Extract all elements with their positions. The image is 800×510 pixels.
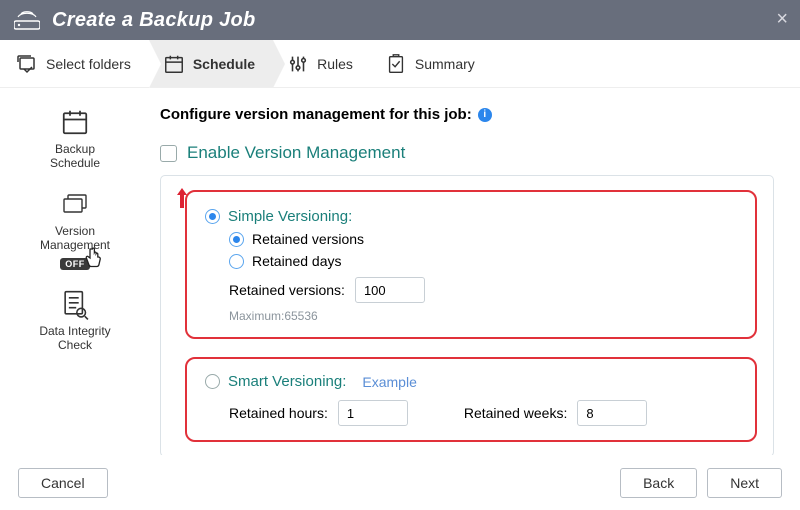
content-heading: Configure version management for this jo… [160, 106, 472, 123]
enable-version-checkbox[interactable] [160, 145, 177, 162]
enable-version-label: Enable Version Management [187, 143, 405, 163]
simple-versioning-title: Simple Versioning: [228, 208, 352, 225]
info-icon[interactable]: i [478, 108, 492, 122]
step-summary[interactable]: Summary [371, 40, 493, 87]
close-icon[interactable]: × [776, 8, 788, 31]
off-badge: OFF [60, 258, 90, 270]
step-label: Rules [317, 56, 353, 72]
clipboard-search-icon [60, 288, 90, 320]
cancel-button[interactable]: Cancel [18, 468, 108, 498]
step-label: Select folders [46, 56, 131, 72]
radio-retained-days[interactable] [229, 254, 244, 269]
calendar-clock-icon [60, 106, 90, 138]
max-note: Maximum:65536 [229, 309, 737, 323]
annotation-arrow-up-icon [175, 186, 189, 215]
step-select-folders[interactable]: Select folders [0, 40, 149, 87]
version-options-panel: Simple Versioning: Retained versions Ret… [160, 175, 774, 455]
sliders-icon [287, 53, 309, 75]
opt-retained-days-label: Retained days [252, 253, 342, 269]
opt-retained-versions-label: Retained versions [252, 231, 364, 247]
sidenav-data-integrity[interactable]: Data Integrity Check [39, 288, 110, 352]
dialog-title: Create a Backup Job [52, 9, 256, 32]
retained-versions-input[interactable] [355, 277, 425, 303]
clipboard-check-icon [385, 53, 407, 75]
folders-icon [14, 52, 38, 76]
retained-hours-label: Retained hours: [229, 405, 328, 421]
side-nav: Backup Schedule Version Management OFF D… [0, 88, 150, 455]
versions-stack-icon [59, 188, 91, 220]
example-link[interactable]: Example [362, 374, 416, 390]
retained-weeks-label: Retained weeks: [464, 405, 568, 421]
radio-retained-versions[interactable] [229, 232, 244, 247]
dialog-footer: Cancel Back Next [0, 455, 800, 510]
retained-versions-field-label: Retained versions: [229, 282, 345, 298]
retained-hours-input[interactable] [338, 400, 408, 426]
calendar-icon [163, 53, 185, 75]
step-rules[interactable]: Rules [273, 40, 371, 87]
radio-smart-versioning[interactable] [205, 374, 220, 389]
drive-icon [14, 9, 40, 31]
sidenav-label: Backup Schedule [50, 142, 100, 170]
next-button[interactable]: Next [707, 468, 782, 498]
retained-weeks-input[interactable] [577, 400, 647, 426]
sidenav-label: Version Management [40, 224, 110, 252]
sidenav-version-management[interactable]: Version Management OFF [40, 188, 110, 270]
sidenav-backup-schedule[interactable]: Backup Schedule [50, 106, 100, 170]
sidenav-label: Data Integrity Check [39, 324, 110, 352]
back-button[interactable]: Back [620, 468, 697, 498]
step-label: Schedule [193, 56, 255, 72]
wizard-steps: Select folders Schedule Rules Summary [0, 40, 800, 88]
titlebar: Create a Backup Job × [0, 0, 800, 40]
smart-versioning-title: Smart Versioning: [228, 373, 346, 390]
step-schedule[interactable]: Schedule [149, 40, 273, 87]
step-label: Summary [415, 56, 475, 72]
simple-versioning-highlight: Simple Versioning: Retained versions Ret… [185, 190, 757, 339]
smart-versioning-highlight: Smart Versioning: Example Retained hours… [185, 357, 757, 442]
radio-simple-versioning[interactable] [205, 209, 220, 224]
